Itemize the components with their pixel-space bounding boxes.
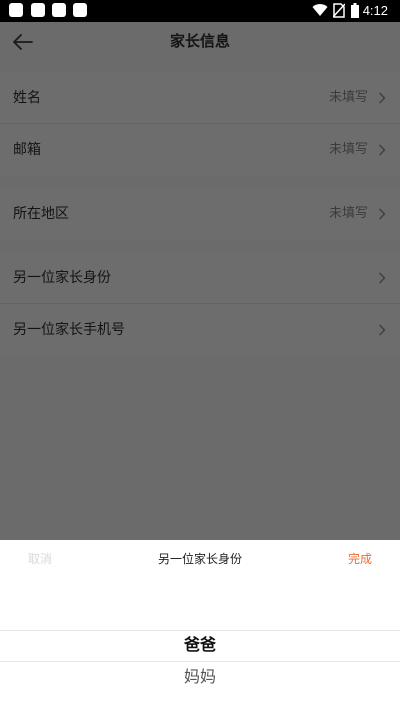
picker-title: 另一位家长身份 [157, 552, 242, 566]
row-label: 所在地区 [13, 206, 69, 222]
other-parent-identity-row[interactable]: 另一位家长身份 [0, 252, 400, 304]
battery-icon [351, 3, 359, 18]
chevron-right-icon [379, 92, 386, 104]
notification-icon [9, 3, 23, 17]
wifi-icon [312, 4, 328, 17]
basic-info-group: 姓名 未填写 邮箱 未填写 [0, 72, 400, 176]
status-bar: 4:12 [0, 0, 400, 22]
row-value: 未填写 [328, 206, 368, 221]
done-button[interactable]: 完成 [348, 551, 372, 567]
name-row[interactable]: 姓名 未填写 [0, 72, 400, 124]
chevron-right-icon [379, 324, 386, 336]
page-title: 家长信息 [169, 32, 230, 50]
row-value: 未填写 [328, 90, 368, 105]
identity-picker-sheet: 取消 另一位家长身份 完成 爸爸 妈妈 [0, 540, 400, 712]
picker-option-father[interactable]: 爸爸 [0, 633, 400, 657]
other-parent-phone-row[interactable]: 另一位家长手机号 [0, 304, 400, 356]
chevron-right-icon [379, 208, 386, 220]
status-time: 4:12 [362, 3, 388, 18]
row-label: 另一位家长手机号 [13, 322, 125, 338]
picker-option-mother[interactable]: 妈妈 [0, 665, 400, 689]
row-label: 姓名 [13, 90, 41, 106]
chevron-right-icon [379, 272, 386, 284]
no-sim-icon [333, 3, 345, 18]
email-row[interactable]: 邮箱 未填写 [0, 124, 400, 176]
row-label: 邮箱 [13, 142, 41, 158]
picker-selection-line-bottom [0, 661, 400, 662]
app-bar: 家长信息 [0, 22, 400, 62]
notification-icon [73, 3, 87, 17]
picker-selection-line-top [0, 630, 400, 631]
cancel-button[interactable]: 取消 [28, 551, 52, 567]
row-label: 另一位家长身份 [13, 270, 111, 286]
region-row[interactable]: 所在地区 未填写 [0, 188, 400, 240]
row-value: 未填写 [328, 142, 368, 157]
other-parent-group: 另一位家长身份 另一位家长手机号 [0, 252, 400, 356]
notification-icon [52, 3, 66, 17]
chevron-right-icon [379, 144, 386, 156]
region-group: 所在地区 未填写 [0, 188, 400, 240]
notification-icon [31, 3, 45, 17]
